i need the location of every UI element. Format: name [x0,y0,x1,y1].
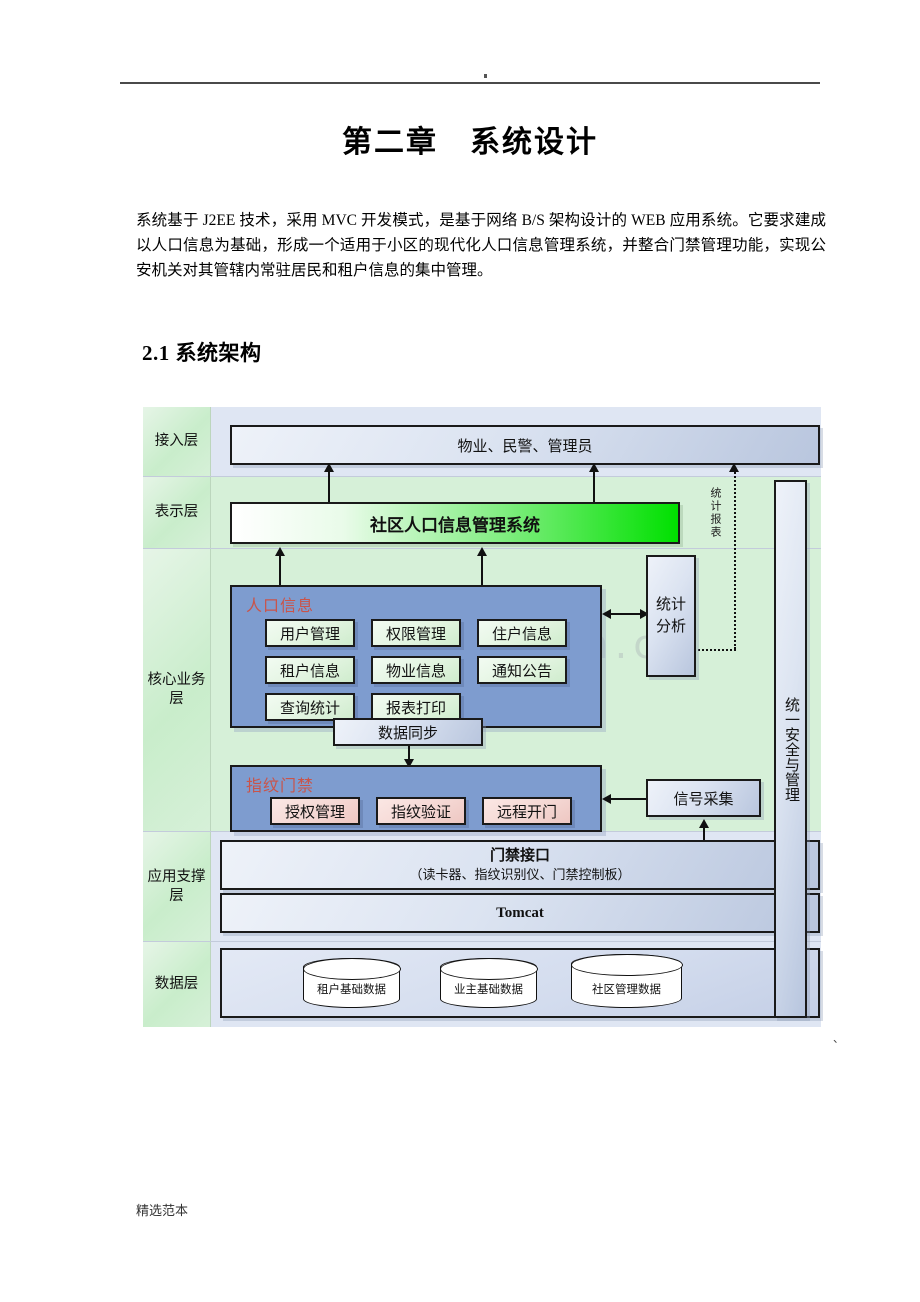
access-layer-box: 物业、民警、管理员 [230,425,820,465]
database-tenant-label: 租户基础数据 [317,984,386,996]
presentation-layer-label: 社区人口信息管理系统 [370,515,540,536]
page-footer: 精选范本 [136,1203,189,1218]
arrow-core-up-mid-head [477,547,487,556]
layer-label-access: 接入层 [143,407,211,476]
header-dot [484,74,487,78]
module-label: 查询统计 [279,700,340,717]
unified-security-label: 统一安全与管理 [783,696,799,802]
database-community: 社区管理数据 [570,953,683,1008]
module-label: 住户信息 [491,626,552,643]
tomcat-label: Tomcat [496,904,544,921]
section-heading: 2.1 系统架构 [142,341,262,365]
module-label: 物业信息 [385,663,446,680]
module-property-info[interactable]: 物业信息 [371,656,461,684]
module-label: 租户信息 [279,663,340,680]
intro-paragraph: 系统基于 J2EE 技术，采用 MVC 开发模式，是基于网络 B/S 架构设计的… [136,212,826,279]
database-owner: 业主基础数据 [439,957,538,1008]
module-label: 权限管理 [385,626,446,643]
interface-box-subtitle: （读卡器、指纹识别仪、门禁控制板） [409,866,631,882]
tomcat-box: Tomcat [220,893,820,933]
layer-label-support: 应用支撑层 [143,832,211,941]
module-tenant-info[interactable]: 租户信息 [265,656,355,684]
module-resident-info[interactable]: 住户信息 [477,619,567,647]
module-fingerprint-verification[interactable]: 指纹验证 [376,797,466,825]
signal-collection-label: 信号采集 [673,791,734,808]
database-tenant: 租户基础数据 [302,957,401,1008]
presentation-layer-bar: 社区人口信息管理系统 [230,502,680,544]
fingerprint-access-panel: 指纹门禁 授权管理 指纹验证 远程开门 [230,765,602,832]
access-control-interface-box: 门禁接口 （读卡器、指纹识别仪、门禁控制板） [220,840,820,890]
module-label: 远程开门 [496,804,557,821]
layer-label-data: 数据层 [143,942,211,1027]
arrow-core-up-left-shaft [279,553,281,585]
fingerprint-panel-title: 指纹门禁 [246,778,315,795]
signal-collection-box: 信号采集 [646,779,761,817]
module-label: 指纹验证 [390,804,451,821]
statistics-analysis-line2: 分析 [655,619,686,635]
report-dotted-shaft [734,469,736,649]
module-label: 报表打印 [385,700,446,717]
page-corner-mark: 、 [833,1033,844,1045]
module-label: 通知公告 [491,663,552,680]
module-user-management[interactable]: 用户管理 [265,619,355,647]
population-info-panel: 人口信息 用户管理 权限管理 住户信息 租户信息 物业信息 通知公告 查询统计 … [230,585,602,728]
module-notice-announcement[interactable]: 通知公告 [477,656,567,684]
module-label: 用户管理 [279,626,340,643]
module-permission-management[interactable]: 权限管理 [371,619,461,647]
data-sync-box: 数据同步 [333,718,483,746]
module-report-printing[interactable]: 报表打印 [371,693,461,721]
module-label: 授权管理 [284,804,345,821]
arrow-up-left-shaft [328,469,330,502]
arrow-signal-head [602,794,611,804]
module-query-statistics[interactable]: 查询统计 [265,693,355,721]
statistics-analysis-line1: 统计 [655,597,686,613]
unified-security-bar: 统一安全与管理 [774,480,807,1018]
page-header-rule [120,82,820,84]
arrow-stats-head-left [602,609,611,619]
database-community-label: 社区管理数据 [592,984,661,996]
report-dotted-head [729,463,739,472]
statistics-analysis-box: 统计 分析 [646,555,696,677]
arrow-interface-up-head [699,819,709,828]
module-authorization-management[interactable]: 授权管理 [270,797,360,825]
layer-label-presentation: 表示层 [143,477,211,548]
arrow-up-mid-shaft [593,469,595,502]
access-layer-box-label: 物业、民警、管理员 [457,438,593,455]
system-architecture-diagram: 接入层 表示层 核心业务层 应用支撑层 数据层 www.zixin.com.cn… [143,407,821,1027]
arrow-core-up-left-head [275,547,285,556]
module-remote-door-open[interactable]: 远程开门 [482,797,572,825]
chapter-title: 第二章 系统设计 [342,126,598,159]
layer-label-core: 核心业务层 [143,549,211,831]
population-panel-title: 人口信息 [246,598,315,615]
interface-box-title: 门禁接口 [489,847,550,864]
arrow-up-left-head [324,463,334,472]
data-sync-label: 数据同步 [377,725,438,742]
report-flow-label: 统计报表 [709,487,721,539]
arrow-core-up-mid-shaft [481,553,483,585]
arrow-up-mid-head [589,463,599,472]
arrow-stats-shaft [611,613,640,615]
database-owner-label: 业主基础数据 [454,984,523,996]
